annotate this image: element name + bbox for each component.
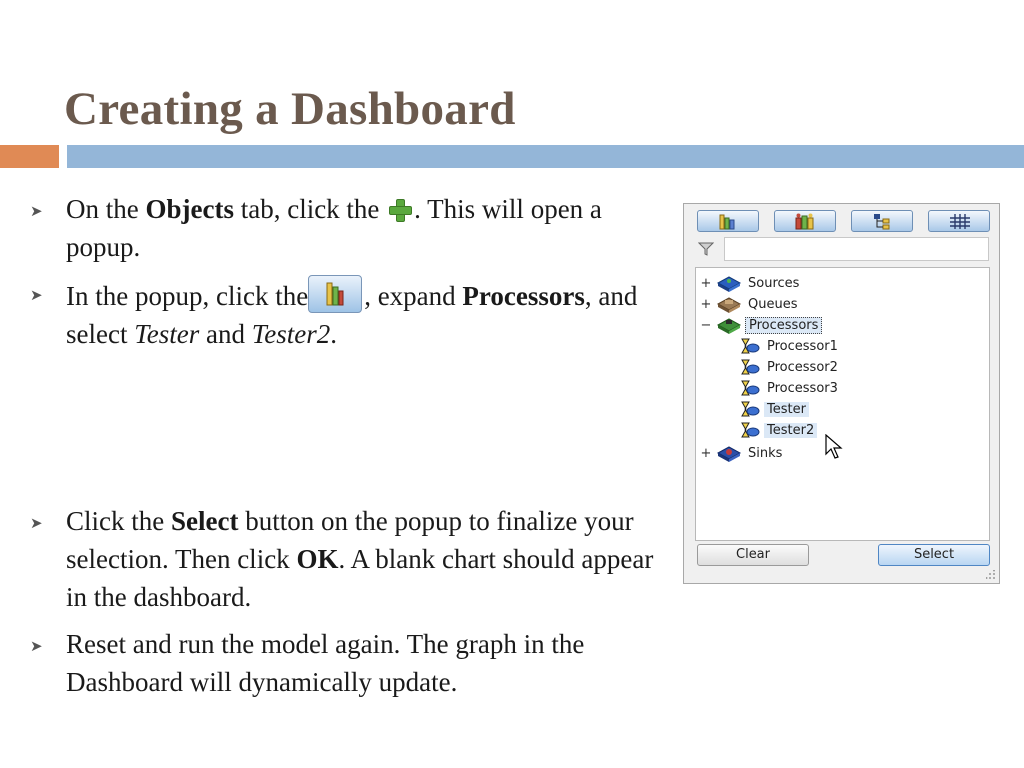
objects-tab-button[interactable] [697,210,759,232]
accent-bar-orange [0,145,59,168]
tree-label: Queues [748,296,798,312]
tree-label: Tester2 [764,422,818,438]
filter-icon [698,242,714,256]
accent-bar-blue [67,145,1024,168]
processor-icon [741,422,760,438]
object-tree[interactable]: + Sources + Queues − Processors Processo… [695,267,990,541]
tree-label: Processor3 [767,380,838,396]
objects-button-icon [308,275,363,313]
tree-node-tester[interactable]: Tester [740,399,809,419]
bullet-3: Click the Select button on the popup to … [66,506,654,612]
tree-label: Processors [745,316,823,334]
mouse-cursor-icon [825,434,843,459]
tree-node-processor3[interactable]: Processor3 [740,378,841,398]
bullet-arrow-icon: ➤ [30,637,43,655]
bullet-arrow-icon: ➤ [30,202,43,220]
collapse-icon[interactable]: − [700,318,712,333]
tree-node-sources[interactable]: + Sources [700,273,802,293]
queues-icon [716,297,742,313]
processor-icon [741,359,760,375]
tree-label: Sinks [748,445,783,461]
expand-icon[interactable]: + [700,297,712,312]
tree-node-queues[interactable]: + Queues [700,294,800,314]
tree-node-sinks[interactable]: + Sinks [700,443,785,463]
tree-label: Tester [764,401,809,417]
processor-icon [741,401,760,417]
groups-tab-button[interactable] [774,210,836,232]
hierarchy-icon [874,214,890,230]
processor-icon [741,338,760,354]
tree-label: Processor1 [767,338,838,354]
tree-node-processor1[interactable]: Processor1 [740,336,841,356]
bullet-arrow-icon: ➤ [30,286,43,304]
bullet-4: Reset and run the model again. The graph… [66,629,585,697]
tree-label: Sources [748,275,800,291]
clear-button[interactable]: Clear [697,544,809,566]
bullet-1: On the Objects tab, click the . This wil… [66,194,602,262]
objects-icon [719,214,735,230]
bullet-2: In the popup, click the, expand Processo… [66,275,676,353]
tree-node-processor2[interactable]: Processor2 [740,357,841,377]
processors-icon [716,318,742,334]
groups-icon [795,213,814,230]
tree-node-processors[interactable]: − Processors [700,315,823,335]
resize-grip-icon[interactable] [986,570,996,580]
processor-icon [741,380,760,396]
expand-icon[interactable]: + [700,446,712,461]
grid-tab-button[interactable] [928,210,990,232]
select-button[interactable]: Select [878,544,990,566]
bullet-arrow-icon: ➤ [30,514,43,532]
grid-icon [950,214,970,229]
expand-icon[interactable]: + [700,276,712,291]
sources-icon [716,276,742,292]
object-select-popup: + Sources + Queues − Processors Processo… [683,203,1000,584]
hierarchy-tab-button[interactable] [851,210,913,232]
tree-node-tester2[interactable]: Tester2 [740,420,818,440]
sinks-icon [716,446,742,462]
tree-label: Processor2 [767,359,838,375]
add-plus-icon [388,198,413,222]
slide-title: Creating a Dashboard [64,83,516,135]
filter-input[interactable] [724,237,989,261]
